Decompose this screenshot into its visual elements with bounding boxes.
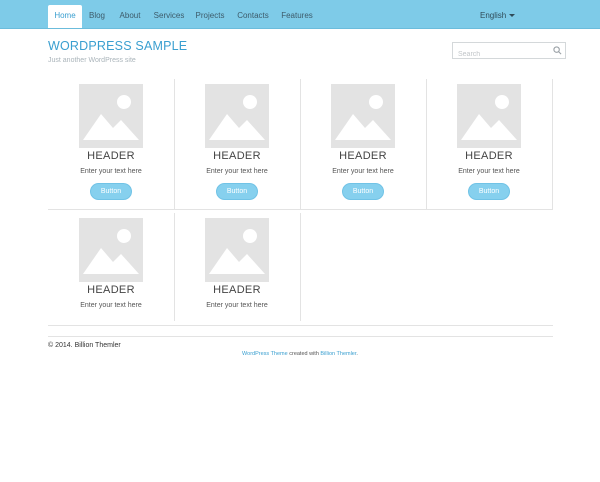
site-title[interactable]: WORDPRESS SAMPLE <box>48 39 187 53</box>
card-header: HEADER <box>87 284 135 296</box>
card-header: HEADER <box>213 284 261 296</box>
grid-divider <box>552 79 553 209</box>
language-selector[interactable]: English <box>480 5 516 26</box>
card-button[interactable]: Button <box>468 183 510 200</box>
site-tagline: Just another WordPress site <box>48 57 136 64</box>
card-header: HEADER <box>87 150 135 162</box>
image-placeholder-icon <box>205 218 269 282</box>
grid-divider <box>300 213 301 321</box>
card-text: Enter your text here <box>206 168 268 175</box>
image-placeholder-icon <box>205 84 269 148</box>
nav-projects[interactable]: Projects <box>192 5 228 28</box>
card-text: Enter your text here <box>80 302 142 309</box>
top-navbar: Home Blog About Services Projects Contac… <box>0 0 600 29</box>
card-text: Enter your text here <box>332 168 394 175</box>
image-placeholder-icon <box>331 84 395 148</box>
image-placeholder-icon <box>79 218 143 282</box>
image-placeholder-icon <box>79 84 143 148</box>
nav-home[interactable]: Home <box>48 5 82 28</box>
card-text: Enter your text here <box>206 302 268 309</box>
grid-divider <box>48 325 553 326</box>
card-header: HEADER <box>213 150 261 162</box>
feature-card: HEADER Enter your text here Button <box>174 79 300 209</box>
footer-credit: WordPress Theme created with Billion The… <box>0 351 600 357</box>
nav-features[interactable]: Features <box>278 5 316 28</box>
image-placeholder-icon <box>457 84 521 148</box>
card-text: Enter your text here <box>458 168 520 175</box>
language-label: English <box>480 11 507 20</box>
feature-card: HEADER Enter your text here Button <box>48 79 174 209</box>
search-box <box>452 42 566 62</box>
caret-down-icon <box>509 14 516 18</box>
nav-contacts[interactable]: Contacts <box>232 5 274 28</box>
footer-copyright: © 2014. Billion Themler <box>48 342 121 349</box>
search-input[interactable] <box>453 47 554 62</box>
footer-theme-link[interactable]: WordPress Theme <box>242 351 288 357</box>
card-header: HEADER <box>465 150 513 162</box>
feature-card: HEADER Enter your text here <box>48 213 174 321</box>
card-button[interactable]: Button <box>90 183 132 200</box>
search-icon[interactable] <box>553 46 562 55</box>
nav-blog[interactable]: Blog <box>84 5 110 28</box>
card-header: HEADER <box>339 150 387 162</box>
card-button[interactable]: Button <box>216 183 258 200</box>
feature-card: HEADER Enter your text here <box>174 213 300 321</box>
footer-credit-end: . <box>356 351 358 357</box>
card-button[interactable]: Button <box>342 183 384 200</box>
footer-author-link[interactable]: Billion Themler <box>320 351 356 357</box>
footer-divider <box>48 336 553 337</box>
footer-credit-text: created with <box>287 351 321 357</box>
card-text: Enter your text here <box>80 168 142 175</box>
nav-services[interactable]: Services <box>150 5 188 28</box>
feature-card: HEADER Enter your text here Button <box>426 79 552 209</box>
feature-card: HEADER Enter your text here Button <box>300 79 426 209</box>
nav-about[interactable]: About <box>114 5 146 28</box>
grid-divider <box>48 209 553 210</box>
